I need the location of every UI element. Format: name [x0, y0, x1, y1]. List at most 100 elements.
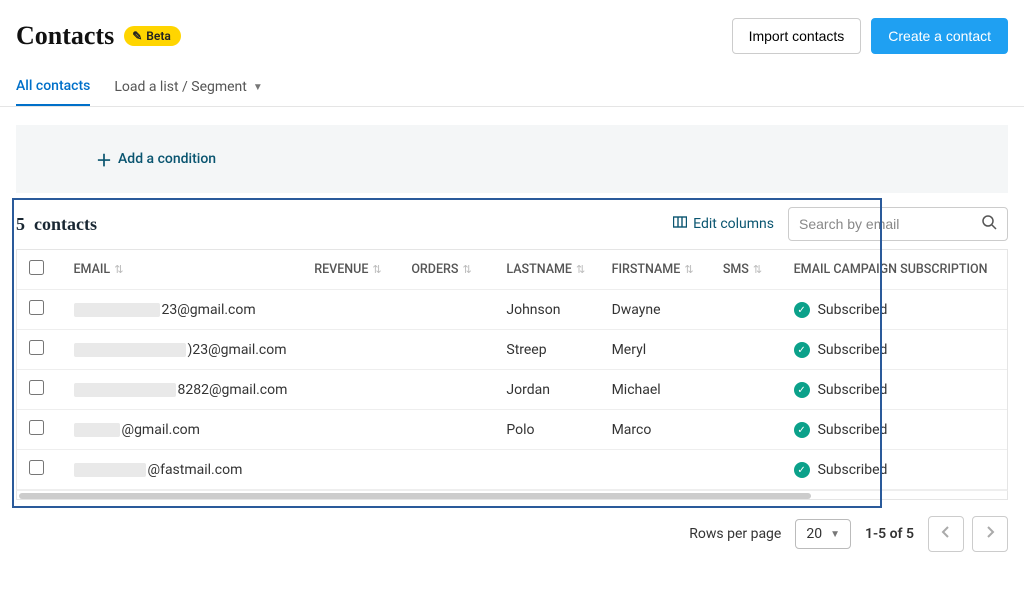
cell-orders	[399, 450, 494, 490]
cell-subscription: ✓Subscribed	[782, 330, 1007, 370]
cell-orders	[399, 330, 494, 370]
search-icon	[981, 214, 997, 234]
cell-email: 23@gmail.com	[62, 290, 303, 330]
select-all-checkbox[interactable]	[29, 260, 44, 275]
column-lastcol[interactable]: LA	[1006, 250, 1008, 290]
column-email-label: EMAIL	[74, 262, 111, 277]
edit-columns-button[interactable]: Edit columns	[673, 215, 774, 233]
import-contacts-button[interactable]: Import contacts	[732, 18, 862, 54]
cell-subscription: ✓Subscribed	[782, 410, 1007, 450]
sort-icon: ⇅	[462, 263, 471, 276]
cell-firstname: Meryl	[600, 330, 711, 370]
rows-per-page-value: 20	[806, 526, 822, 542]
cell-lastcol: 14	[1006, 290, 1008, 330]
tab-all-contacts[interactable]: All contacts	[16, 68, 90, 106]
cell-revenue	[302, 410, 399, 450]
pager-info: 1-5 of 5	[865, 526, 914, 542]
cell-firstname: Dwayne	[600, 290, 711, 330]
contacts-table-scroll[interactable]: EMAIL⇅ REVENUE⇅ ORDERS⇅ LASTNAME⇅ FIRSTN…	[16, 249, 1008, 490]
sort-icon: ⇅	[372, 263, 381, 276]
scrollbar-thumb[interactable]	[19, 493, 811, 499]
cell-lastname: Johnson	[494, 290, 599, 330]
beta-badge-label: Beta	[146, 29, 171, 43]
cell-lastname: Polo	[494, 410, 599, 450]
cell-lastname: Streep	[494, 330, 599, 370]
cell-lastcol: 14	[1006, 370, 1008, 410]
column-lastname-label: LASTNAME	[506, 262, 572, 277]
table-row[interactable]: 8282@gmail.com JordanMichael ✓ Subscribed 14	[17, 370, 1008, 410]
column-sms[interactable]: SMS⇅	[711, 250, 782, 290]
cell-lastcol: 14	[1006, 330, 1008, 370]
column-subscription[interactable]: EMAIL CAMPAIGN SUBSCRIPTION	[782, 250, 1007, 290]
cell-email: @fastmail.com	[62, 450, 303, 490]
row-checkbox[interactable]	[29, 380, 44, 395]
table-row[interactable]: 23@gmail.comJohnsonDwayne✓Subscribed14	[17, 290, 1008, 330]
contacts-table: EMAIL⇅ REVENUE⇅ ORDERS⇅ LASTNAME⇅ FIRSTN…	[17, 250, 1008, 490]
check-circle-icon: ✓	[794, 462, 810, 478]
tab-load-list[interactable]: Load a list / Segment ▼	[114, 68, 262, 106]
cell-orders	[399, 370, 494, 410]
add-condition-button[interactable]: ＋ Add a condition	[96, 147, 216, 171]
search-input-wrap[interactable]	[788, 207, 1008, 241]
contacts-count-label: contacts	[34, 214, 97, 234]
column-revenue[interactable]: REVENUE ⇅	[302, 250, 399, 290]
cell-lastcol: 14	[1006, 450, 1008, 490]
plus-icon: ＋	[96, 147, 112, 171]
cell-subscription: ✓ Subscribed	[782, 370, 1007, 410]
create-contact-button[interactable]: Create a contact	[871, 18, 1008, 54]
email-visible: @fastmail.com	[148, 462, 243, 478]
email-visible: 23@gmail.com	[162, 302, 256, 318]
edit-columns-label: Edit columns	[693, 216, 774, 232]
condition-bar: ＋ Add a condition	[16, 125, 1008, 193]
horizontal-scrollbar[interactable]	[16, 490, 1008, 500]
column-email[interactable]: EMAIL⇅	[62, 250, 303, 290]
cell-revenue	[302, 330, 399, 370]
cell-firstname: Michael	[600, 370, 711, 410]
sort-icon: ⇅	[576, 263, 585, 276]
table-row[interactable]: )23@gmail.com StreepMeryl ✓Subscribed14	[17, 330, 1008, 370]
row-checkbox[interactable]	[29, 420, 44, 435]
redacted-text	[74, 423, 120, 437]
contacts-count-number: 5	[16, 214, 25, 234]
redacted-text	[74, 343, 186, 357]
column-orders-label: ORDERS	[411, 262, 458, 277]
prev-page-button[interactable]	[928, 516, 964, 552]
column-sms-label: SMS	[723, 262, 749, 277]
search-input[interactable]	[799, 216, 959, 232]
cell-sms	[711, 410, 782, 450]
cell-email: )23@gmail.com	[62, 330, 303, 370]
subscription-label: Subscribed	[818, 382, 888, 398]
cell-orders	[399, 410, 494, 450]
column-lastname[interactable]: LASTNAME ⇅	[494, 250, 599, 290]
sort-icon: ⇅	[684, 263, 693, 276]
pencil-icon: ✎	[132, 29, 142, 43]
cell-subscription: ✓Subscribed	[782, 450, 1007, 490]
table-row[interactable]: @gmail.comPoloMarco✓Subscribed14	[17, 410, 1008, 450]
add-condition-label: Add a condition	[118, 151, 216, 167]
cell-sms	[711, 290, 782, 330]
column-orders[interactable]: ORDERS ⇅	[399, 250, 494, 290]
email-visible: )23@gmail.com	[188, 342, 287, 358]
column-subscription-label: EMAIL CAMPAIGN SUBSCRIPTION	[794, 262, 988, 277]
table-row[interactable]: @fastmail.com ✓Subscribed14	[17, 450, 1008, 490]
next-page-button[interactable]	[972, 516, 1008, 552]
tab-load-list-label: Load a list / Segment	[114, 79, 247, 95]
chevron-left-icon	[941, 525, 951, 543]
cell-revenue	[302, 290, 399, 330]
check-circle-icon: ✓	[794, 382, 810, 398]
check-circle-icon: ✓	[794, 422, 810, 438]
column-revenue-label: REVENUE	[314, 262, 368, 277]
email-visible: 8282@gmail.com	[178, 382, 288, 398]
cell-sms	[711, 370, 782, 410]
column-firstname[interactable]: FIRSTNAME⇅	[600, 250, 711, 290]
caret-down-icon: ▼	[253, 82, 263, 93]
cell-email: @gmail.com	[62, 410, 303, 450]
tab-all-contacts-label: All contacts	[16, 78, 90, 94]
row-checkbox[interactable]	[29, 300, 44, 315]
row-checkbox[interactable]	[29, 340, 44, 355]
cell-lastname	[494, 450, 599, 490]
cell-lastcol: 14	[1006, 410, 1008, 450]
cell-lastname: Jordan	[494, 370, 599, 410]
row-checkbox[interactable]	[29, 460, 44, 475]
rows-per-page-select[interactable]: 20 ▼	[795, 519, 851, 549]
